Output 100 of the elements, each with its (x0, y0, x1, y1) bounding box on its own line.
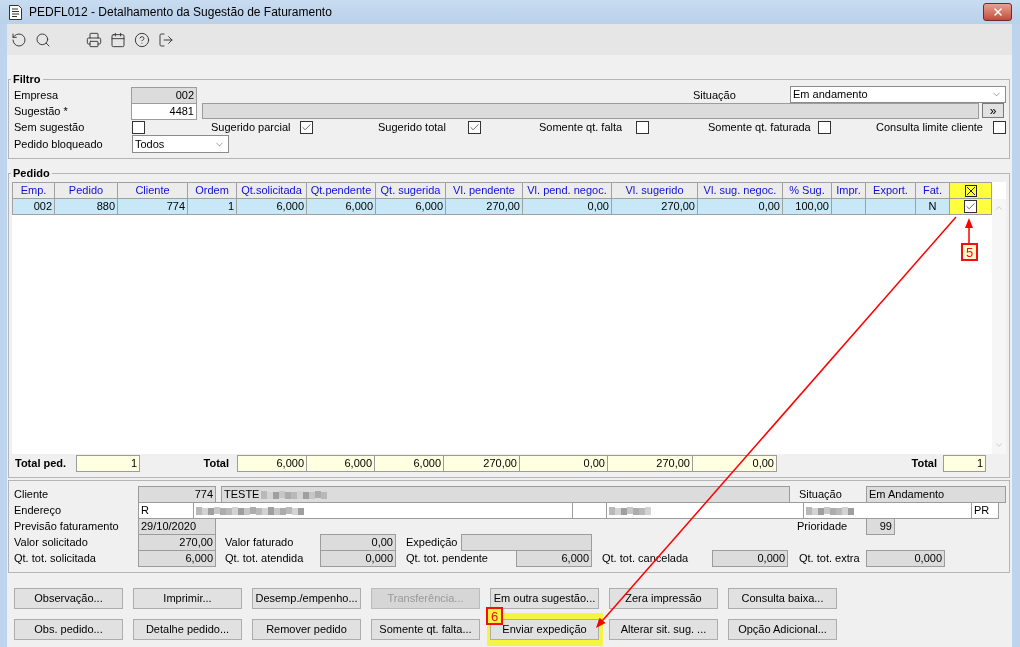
field-label: Total ped. (15, 456, 67, 470)
action-button[interactable]: Imprimir... (133, 588, 242, 609)
field-label: Situação (799, 487, 842, 501)
input-field[interactable] (572, 502, 607, 519)
input-field[interactable] (193, 502, 573, 519)
column-header[interactable]: Cliente (118, 182, 188, 199)
input-field[interactable]: 1 (943, 454, 986, 472)
action-button[interactable]: Consulta baixa... (728, 588, 837, 609)
table-cell: 6,000 (415, 201, 443, 212)
table-cell: 0,00 (587, 201, 609, 212)
field-label: Qt. tot. extra (799, 551, 860, 565)
field-label: Pedido bloqueado (14, 137, 103, 151)
input-field[interactable]: 0,00 (692, 454, 777, 472)
field-label: Somente qt. falta (539, 120, 623, 134)
crossed-box-icon[interactable] (964, 184, 977, 197)
input-field[interactable]: 270,00 (443, 454, 520, 472)
close-icon (991, 6, 1004, 18)
field-label: Previsão faturamento (14, 519, 119, 533)
column-header[interactable]: Qt.pendente (307, 182, 376, 199)
calendar-icon[interactable] (110, 31, 126, 48)
checkmark-icon (469, 121, 480, 133)
table-cell: 270,00 (661, 201, 695, 212)
column-header[interactable]: Vl. pendente (446, 182, 523, 199)
column-header[interactable]: Fat. (916, 182, 950, 199)
printer-icon[interactable] (86, 31, 102, 48)
column-header[interactable]: Ordem (188, 182, 237, 199)
checkbox[interactable] (300, 120, 313, 134)
action-button[interactable]: Desemp./empenho... (252, 588, 361, 609)
help-icon[interactable] (134, 31, 150, 48)
input-field[interactable]: 0,000 (866, 550, 945, 567)
table-cell: 6,000 (345, 201, 373, 212)
column-header[interactable]: Qt.solicitada (237, 182, 307, 199)
action-button[interactable]: Zera impressão (609, 588, 718, 609)
checkbox[interactable] (818, 120, 831, 134)
input-field[interactable]: 270,00 (607, 454, 693, 472)
table-cell: 270,00 (486, 201, 520, 212)
step-number: 5 (961, 243, 978, 261)
input-field[interactable]: 6,000 (138, 550, 216, 567)
action-button[interactable]: Detalhe pedido... (133, 619, 242, 640)
table-cell: 6,000 (276, 201, 304, 212)
input-field[interactable]: 6,000 (306, 454, 375, 472)
column-header[interactable]: Vl. pend. negoc. (523, 182, 612, 199)
input-field[interactable] (202, 103, 979, 119)
table-row[interactable]: 002 880 774 1 6,000 6,000 6,000 270,00 0,00 270,00 0,00 100,00 N (12, 199, 992, 215)
checkbox[interactable] (132, 120, 145, 134)
action-button[interactable]: Alterar sit. sug. ... (609, 619, 718, 640)
close-button[interactable] (983, 3, 1012, 21)
column-header[interactable]: Pedido (55, 182, 118, 199)
field-label: Total (203, 456, 229, 470)
group-title: Filtro (12, 73, 42, 86)
table-cell: 0,00 (758, 201, 780, 212)
input-field[interactable]: 0,00 (519, 454, 608, 472)
checkbox[interactable] (636, 120, 649, 134)
checkmark-icon (965, 201, 976, 212)
action-button[interactable]: Opção Adicional... (728, 619, 837, 640)
action-button[interactable]: Remover pedido (252, 619, 361, 640)
input-field[interactable] (461, 534, 592, 551)
field-label: Prioridade (797, 519, 848, 533)
input-field[interactable]: PR (971, 502, 999, 519)
input-field[interactable]: 0,000 (320, 550, 396, 567)
input-field[interactable]: 4481 (131, 103, 197, 120)
table-cell: 100,00 (795, 201, 829, 212)
checkbox[interactable] (993, 120, 1006, 134)
step-number: 6 (486, 607, 503, 625)
input-field[interactable]: 0,000 (712, 550, 788, 567)
input-field[interactable] (606, 502, 804, 519)
undo-icon[interactable] (11, 31, 27, 48)
field-label: Valor solicitado (14, 535, 88, 549)
dropdown[interactable]: Em andamento (790, 86, 1006, 103)
column-header[interactable]: Qt. sugerida (376, 182, 446, 199)
input-field[interactable]: 6,000 (516, 550, 592, 567)
column-header[interactable]: % Sug. (783, 182, 832, 199)
lookup-button[interactable]: » (982, 103, 1004, 118)
search-icon[interactable] (35, 31, 51, 48)
checkbox[interactable] (468, 120, 481, 134)
input-field[interactable] (803, 502, 972, 519)
action-button[interactable]: Em outra sugestão... (490, 588, 599, 609)
checkbox[interactable] (964, 200, 977, 213)
input-field[interactable]: 6,000 (374, 454, 444, 472)
input-field[interactable]: 99 (866, 518, 895, 535)
table-cell: 774 (166, 201, 185, 212)
column-header[interactable]: Vl. sugerido (612, 182, 698, 199)
input-field[interactable]: 6,000 (237, 454, 307, 472)
table-cell: 002 (33, 201, 52, 212)
column-header[interactable]: Export. (866, 182, 916, 199)
field-label: Qt. tot. pendente (406, 551, 488, 565)
exit-icon[interactable] (158, 31, 174, 48)
annotation-arrow (965, 218, 973, 244)
field-label: Consulta limite cliente (876, 120, 983, 134)
dropdown[interactable]: Todos (132, 135, 229, 153)
input-field[interactable]: 1 (76, 454, 140, 472)
column-header[interactable]: Impr. (832, 182, 866, 199)
action-button[interactable]: Obs. pedido... (14, 619, 123, 640)
action-button[interactable]: Somente qt. falta... (371, 619, 480, 640)
table-cell: 1 (227, 201, 234, 212)
field-label: Qt. tot. solicitada (14, 551, 96, 565)
action-button[interactable]: Observação... (14, 588, 123, 609)
column-header[interactable]: Emp. (12, 182, 55, 199)
checkmark-icon (301, 121, 312, 133)
column-header[interactable]: Vl. sug. negoc. (698, 182, 783, 199)
